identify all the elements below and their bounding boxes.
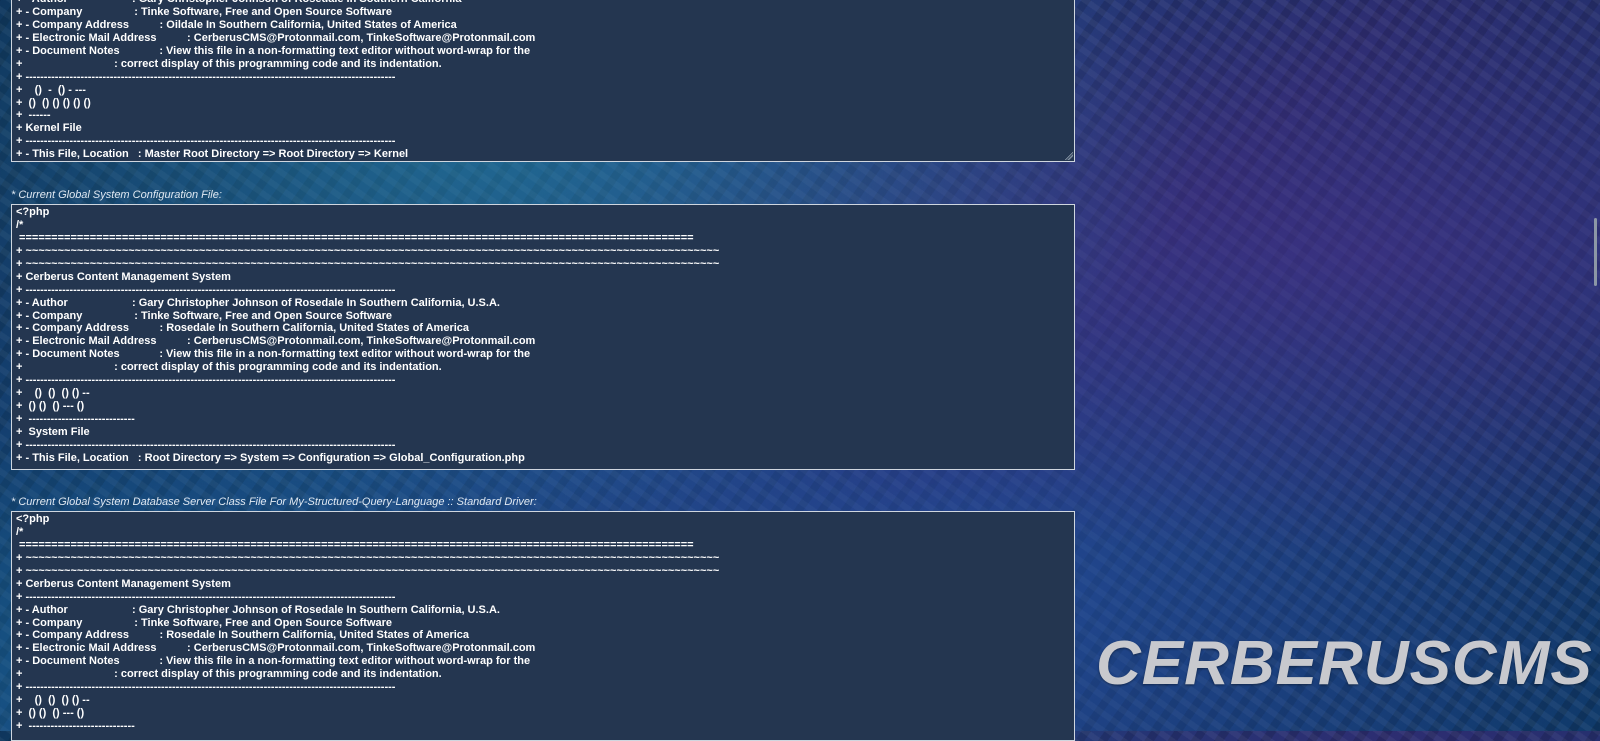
- code-line: + () () () --- (): [16, 707, 85, 720]
- code-line: /*: [16, 525, 24, 538]
- code-line: + ~~~~~~~~~~~~~~~~~~~~~~~~~~~~~~~~~~~~~~…: [16, 257, 720, 270]
- kernel-file-code-textarea[interactable]: + - Author : Gary Christopher Johnson of…: [11, 0, 1075, 162]
- code-line: + Cerberus Content Management System: [16, 577, 231, 590]
- code-line: ========================================…: [16, 231, 694, 244]
- kernel-file-code-text: + - Author : Gary Christopher Johnson of…: [16, 0, 1070, 161]
- scrollbar-thumb[interactable]: [1594, 218, 1597, 286]
- code-line: + - Document Notes : View this file in a…: [16, 655, 531, 668]
- global-configuration-caption: * Current Global System Configuration Fi…: [11, 189, 222, 201]
- code-line: + - Electronic Mail Address : CerberusCM…: [16, 31, 536, 44]
- code-line: + Cerberus Content Management System: [16, 270, 231, 283]
- code-line: + --------------------------------------…: [16, 70, 396, 83]
- code-line: <?php: [16, 513, 50, 525]
- code-line: + - Company : Tinke Software, Free and O…: [16, 616, 393, 629]
- global-configuration-code-text: <?php/* ================================…: [16, 206, 1070, 465]
- code-line: + ------: [16, 109, 51, 122]
- code-line: + --------------------------------------…: [16, 283, 396, 296]
- code-line: + - This File, Location : Master Root Di…: [16, 148, 409, 161]
- code-line: + ~~~~~~~~~~~~~~~~~~~~~~~~~~~~~~~~~~~~~~…: [16, 244, 720, 257]
- code-line: + - Author : Gary Christopher Johnson of…: [16, 296, 500, 309]
- code-line: + - Document Notes : View this file in a…: [16, 348, 531, 361]
- code-line: + () () () () () (): [16, 96, 91, 109]
- code-line: + - This File, Location : Root Directory…: [16, 451, 525, 464]
- database-driver-code-text: <?php/* ================================…: [16, 513, 1070, 733]
- code-line: <?php: [16, 206, 50, 218]
- code-line: + --------------------------------------…: [16, 438, 396, 451]
- page-scrollbar[interactable]: [1592, 0, 1600, 731]
- code-line: + - Electronic Mail Address : CerberusCM…: [16, 335, 536, 348]
- code-line: + --------------------------------------…: [16, 135, 396, 148]
- code-line: + - Electronic Mail Address : CerberusCM…: [16, 642, 536, 655]
- code-line: + : correct display of this programming …: [16, 57, 442, 70]
- code-line: + - Company : Tinke Software, Free and O…: [16, 5, 393, 18]
- code-line: + -----------------------------: [16, 413, 135, 425]
- code-line: + System File: [16, 425, 90, 438]
- code-line: + - Author : Gary Christopher Johnson of…: [16, 603, 500, 616]
- code-line: ========================================…: [16, 538, 694, 551]
- code-line: + --------------------------------------…: [16, 374, 396, 387]
- code-line: + --------------------------------------…: [16, 590, 396, 603]
- code-line: + () () () () --: [16, 387, 90, 400]
- code-line: + : correct display of this programming …: [16, 361, 442, 374]
- code-line: + - Company Address : Oildale In Souther…: [16, 18, 457, 31]
- code-line: + : correct display of this programming …: [16, 668, 442, 681]
- global-configuration-code-textarea[interactable]: <?php/* ================================…: [11, 204, 1075, 470]
- resize-grip-icon[interactable]: [1065, 152, 1073, 160]
- code-line: + () - () - ---: [16, 83, 86, 96]
- code-line: + - Document Notes : View this file in a…: [16, 44, 531, 57]
- code-line: /*: [16, 218, 24, 231]
- cerberuscms-logo: CERBERUSCMS 4: [1096, 629, 1600, 698]
- code-line: + Kernel File: [16, 122, 82, 135]
- database-driver-code-textarea[interactable]: <?php/* ================================…: [11, 511, 1075, 741]
- code-line: + - Company Address : Rosedale In Southe…: [16, 322, 470, 335]
- code-line: + () () () () --: [16, 694, 90, 707]
- code-line: + ~~~~~~~~~~~~~~~~~~~~~~~~~~~~~~~~~~~~~~…: [16, 551, 720, 564]
- code-line: + --------------------------------------…: [16, 681, 396, 694]
- code-line: + - Company Address : Rosedale In Southe…: [16, 629, 470, 642]
- code-line: + ~~~~~~~~~~~~~~~~~~~~~~~~~~~~~~~~~~~~~~…: [16, 564, 720, 577]
- code-line: + - Company : Tinke Software, Free and O…: [16, 309, 393, 322]
- database-driver-caption: * Current Global System Database Server …: [11, 496, 537, 508]
- code-line: + () () () --- (): [16, 400, 85, 413]
